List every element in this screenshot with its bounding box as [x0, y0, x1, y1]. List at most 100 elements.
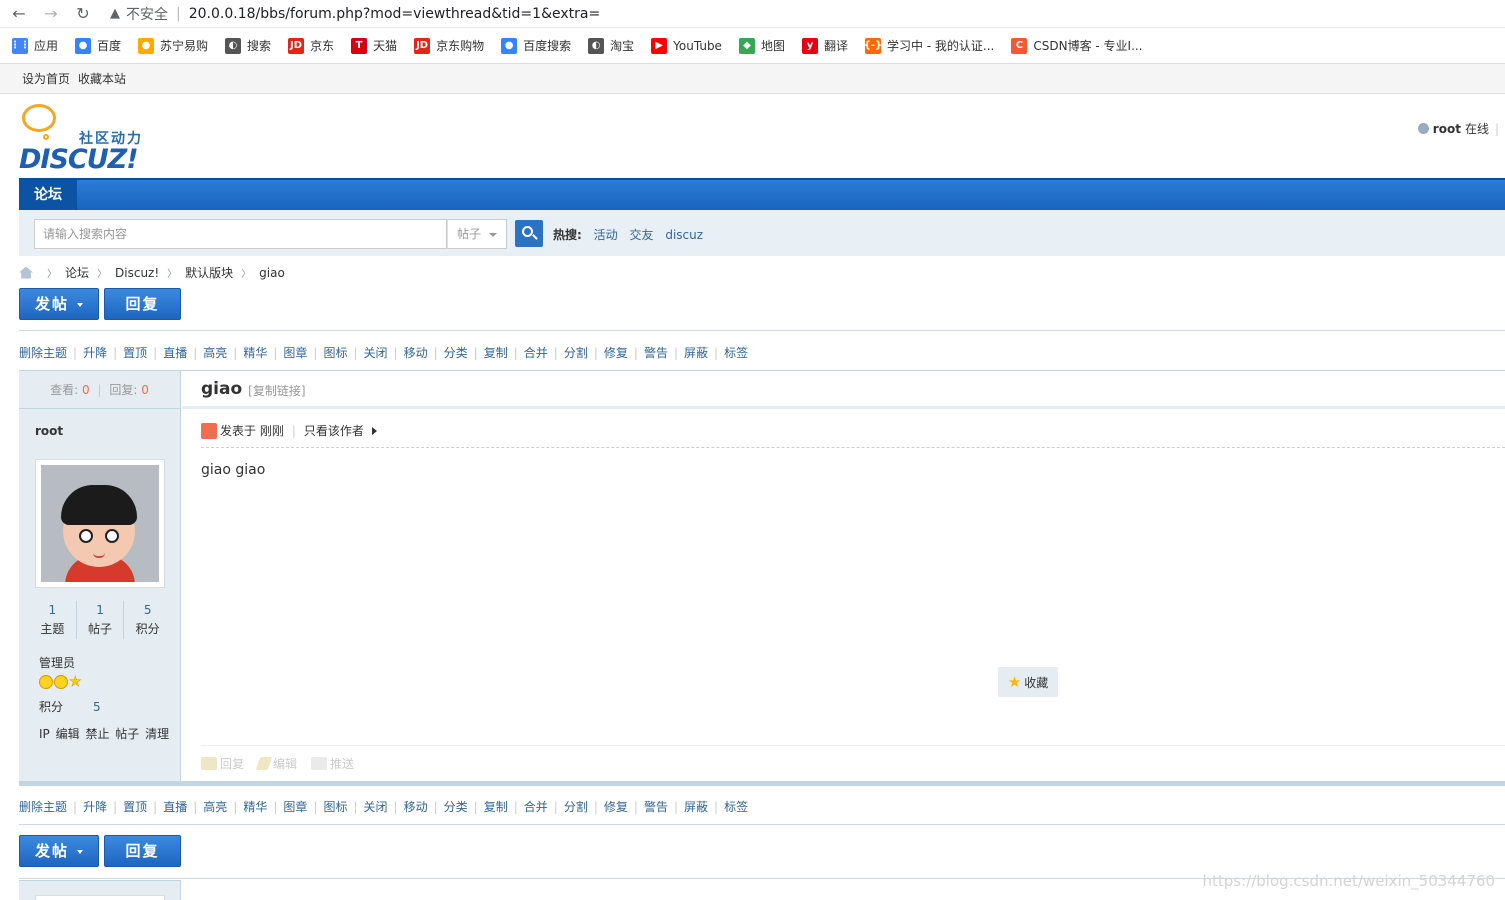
- mod-action-link[interactable]: 分割: [564, 798, 588, 815]
- user-group[interactable]: 管理员: [39, 654, 75, 671]
- breadcrumb-item[interactable]: Discuz!: [115, 266, 159, 280]
- username-link[interactable]: root: [1433, 122, 1461, 136]
- mod-action-link[interactable]: 删除主题: [19, 344, 67, 361]
- mod-action-link[interactable]: 标签: [724, 798, 748, 815]
- mod-action-link[interactable]: 图标: [323, 798, 347, 815]
- reload-icon[interactable]: ↻: [70, 1, 96, 27]
- set-homepage-link[interactable]: 设为首页: [22, 70, 70, 87]
- bookmark-item[interactable]: JD 京东: [288, 37, 334, 54]
- hot-term-link[interactable]: discuz: [665, 228, 703, 242]
- mod-action-link[interactable]: 警告: [644, 798, 668, 815]
- post-reply-action[interactable]: 回复: [201, 755, 244, 772]
- mod-action-link[interactable]: 标签: [724, 344, 748, 361]
- mod-action-link[interactable]: 移动: [404, 798, 428, 815]
- reply-button-bottom[interactable]: 回复: [104, 835, 181, 867]
- mod-action-link[interactable]: 屏蔽: [684, 344, 708, 361]
- bookmark-item[interactable]: ◆ 地图: [738, 37, 785, 54]
- mod-action-link[interactable]: 合并: [524, 798, 548, 815]
- user-posts-link[interactable]: 帖子: [115, 727, 139, 741]
- mod-action-link[interactable]: 精华: [243, 344, 267, 361]
- bookmark-item[interactable]: JD 京东购物: [414, 37, 484, 54]
- new-post-button-bottom[interactable]: 发帖: [19, 835, 99, 867]
- mod-action-link[interactable]: 升降: [83, 344, 107, 361]
- bookmark-item[interactable]: {-} 学习中 - 我的认证...: [864, 37, 994, 54]
- mod-action-link[interactable]: 修复: [604, 344, 628, 361]
- forward-arrow-icon[interactable]: →: [38, 1, 64, 27]
- url-text[interactable]: 20.0.0.18/bbs/forum.php?mod=viewthread&t…: [189, 6, 600, 22]
- mod-action-link[interactable]: 图章: [283, 798, 307, 815]
- security-status: 不安全: [126, 6, 168, 23]
- reply-button[interactable]: 回复: [104, 288, 181, 320]
- mod-action-link[interactable]: 精华: [243, 798, 267, 815]
- avatar[interactable]: [35, 459, 165, 588]
- speech-dot-icon: [43, 134, 49, 140]
- bookmark-item[interactable]: T 天猫: [351, 37, 397, 54]
- stat-threads[interactable]: 1 主题: [29, 601, 77, 639]
- address-bar[interactable]: ▲ 不安全 | 20.0.0.18/bbs/forum.php?mod=view…: [110, 4, 600, 24]
- mod-action-link[interactable]: 警告: [644, 344, 668, 361]
- hot-term-link[interactable]: 活动: [594, 228, 618, 242]
- mod-action-link[interactable]: 关闭: [364, 798, 388, 815]
- mod-action-link[interactable]: 高亮: [203, 344, 227, 361]
- only-author-link[interactable]: 只看该作者: [304, 422, 364, 439]
- mod-action-link[interactable]: 置顶: [123, 344, 147, 361]
- thread-title: giao: [201, 378, 243, 399]
- tab-forum[interactable]: 论坛: [19, 180, 77, 210]
- mod-action-link[interactable]: 高亮: [203, 798, 227, 815]
- mod-action-link[interactable]: 升降: [83, 798, 107, 815]
- stat-points[interactable]: 5 积分: [124, 601, 171, 639]
- user-icon: [1417, 123, 1429, 134]
- mod-action-link[interactable]: 屏蔽: [684, 798, 708, 815]
- globe-icon: ◐: [588, 37, 605, 54]
- bookmark-item[interactable]: ▶ YouTube: [651, 37, 722, 54]
- mod-action-link[interactable]: 直播: [163, 798, 187, 815]
- mod-action-link[interactable]: 图标: [323, 344, 347, 361]
- bookmark-item[interactable]: ⋮⋮ 应用: [10, 37, 58, 54]
- bookmark-site-link[interactable]: 收藏本站: [78, 70, 126, 87]
- mod-action-link[interactable]: 分类: [444, 344, 468, 361]
- home-icon[interactable]: [19, 266, 33, 279]
- author-name[interactable]: root: [35, 424, 63, 438]
- mod-action-link[interactable]: 关闭: [364, 344, 388, 361]
- post-push-action[interactable]: 推送: [311, 755, 354, 772]
- views-count: 0: [82, 383, 90, 397]
- mod-action-link[interactable]: 复制: [484, 798, 508, 815]
- back-arrow-icon[interactable]: ←: [6, 1, 32, 27]
- ip-link[interactable]: IP: [39, 727, 50, 741]
- bookmark-item[interactable]: ● 百度: [75, 37, 121, 54]
- breadcrumb-item[interactable]: 默认版块: [185, 264, 233, 281]
- hot-term-link[interactable]: 交友: [629, 228, 653, 242]
- mod-action-link[interactable]: 删除主题: [19, 798, 67, 815]
- new-post-label: 发帖: [34, 295, 69, 313]
- bookmark-item[interactable]: C CSDN博客 - 专业I...: [1011, 37, 1143, 54]
- post-edit-action[interactable]: 编辑: [255, 755, 297, 772]
- bookmark-item[interactable]: ◐ 淘宝: [588, 37, 634, 54]
- bookmark-item[interactable]: ● 苏宁易购: [138, 37, 208, 54]
- stat-posts[interactable]: 1 帖子: [77, 601, 125, 639]
- breadcrumb-item[interactable]: 论坛: [65, 264, 89, 281]
- search-button[interactable]: [515, 220, 543, 247]
- ban-user-link[interactable]: 禁止: [85, 727, 109, 741]
- breadcrumb-item[interactable]: giao: [259, 266, 285, 280]
- mod-action-link[interactable]: 合并: [524, 344, 548, 361]
- mod-action-link[interactable]: 分类: [444, 798, 468, 815]
- copy-link[interactable]: [复制链接]: [248, 382, 305, 399]
- mod-action-link[interactable]: 分割: [564, 344, 588, 361]
- new-post-button[interactable]: 发帖: [19, 288, 99, 320]
- mod-action-link[interactable]: 修复: [604, 798, 628, 815]
- mod-action-link[interactable]: 图章: [283, 344, 307, 361]
- edit-user-link[interactable]: 编辑: [56, 727, 80, 741]
- clean-user-link[interactable]: 清理: [145, 727, 169, 741]
- push-icon: [311, 757, 328, 770]
- search-type-select[interactable]: 帖子: [447, 219, 507, 249]
- mod-action-link[interactable]: 复制: [484, 344, 508, 361]
- mod-action-link[interactable]: 置顶: [123, 798, 147, 815]
- mod-action-link[interactable]: 直播: [163, 344, 187, 361]
- bookmark-item[interactable]: ◐ 搜索: [225, 37, 271, 54]
- bookmark-label: 京东购物: [436, 39, 485, 53]
- search-input[interactable]: 请输入搜索内容: [34, 219, 447, 249]
- bookmark-item[interactable]: y 翻译: [801, 37, 848, 54]
- mod-action-link[interactable]: 移动: [404, 344, 428, 361]
- bookmark-item[interactable]: ● 百度搜索: [501, 37, 571, 54]
- favorite-button[interactable]: ★ 收藏: [998, 667, 1058, 697]
